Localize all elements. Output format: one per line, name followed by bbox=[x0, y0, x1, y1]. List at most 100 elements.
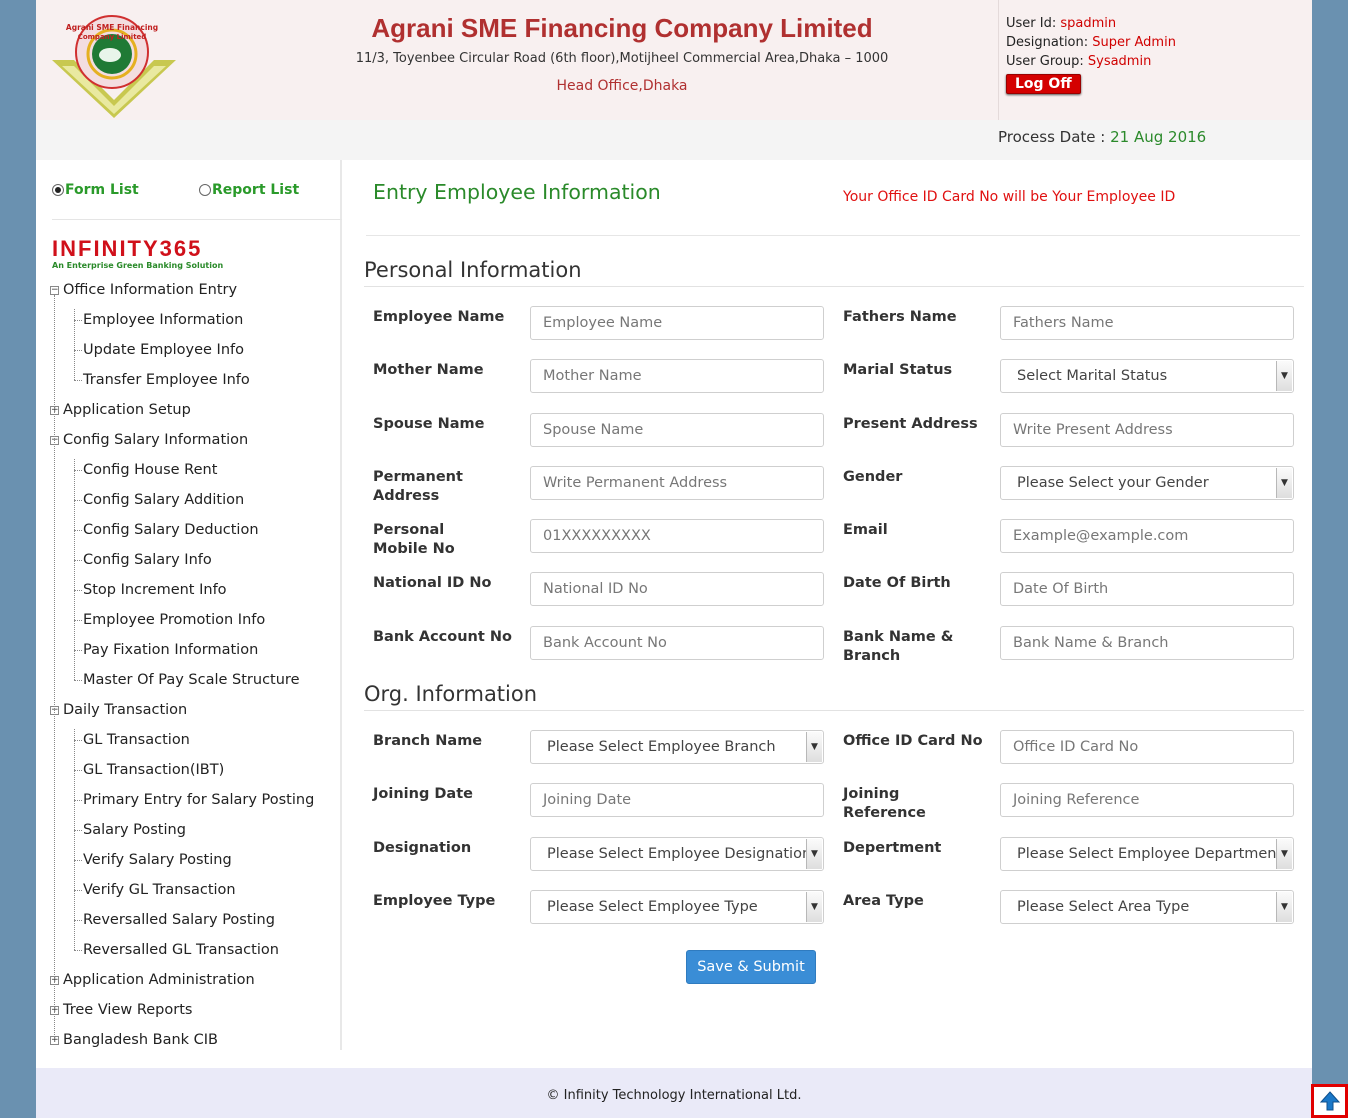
user-id-row: User Id: spadmin bbox=[1006, 14, 1312, 33]
tree-item[interactable]: Pay Fixation Information bbox=[50, 635, 340, 665]
chevron-down-icon[interactable]: ▼ bbox=[806, 839, 822, 869]
tree-item[interactable]: Config Salary Addition bbox=[50, 485, 340, 515]
branch-name-label: Branch Name bbox=[373, 733, 483, 749]
joining-date-input[interactable]: Joining Date bbox=[530, 783, 824, 817]
tree-item[interactable]: Config House Rent bbox=[50, 455, 340, 485]
tree-item[interactable]: Verify Salary Posting bbox=[50, 845, 340, 875]
tree-item[interactable]: Reversalled GL Transaction bbox=[50, 935, 340, 965]
selected-value: Please Select Employee Department bbox=[1017, 846, 1283, 862]
tree-group[interactable]: − Daily Transaction bbox=[50, 695, 340, 725]
department-select[interactable]: Please Select Employee Department ▼ bbox=[1000, 837, 1294, 871]
chevron-down-icon[interactable]: ▼ bbox=[1276, 361, 1292, 391]
radio-selected-icon[interactable] bbox=[52, 184, 64, 196]
user-group-value: Sysadmin bbox=[1087, 54, 1152, 69]
tree-label: Config Salary Deduction bbox=[83, 522, 259, 538]
tree-connector bbox=[74, 859, 82, 861]
tree-item[interactable]: Reversalled Salary Posting bbox=[50, 905, 340, 935]
placeholder-text: Write Permanent Address bbox=[543, 475, 728, 491]
bank-name-input[interactable]: Bank Name & Branch bbox=[1000, 626, 1294, 660]
tree-group[interactable]: + Bangladesh Bank CIB bbox=[50, 1025, 340, 1055]
chevron-down-icon[interactable]: ▼ bbox=[806, 892, 822, 922]
personal-section-divider bbox=[364, 286, 1304, 287]
chevron-down-icon[interactable]: ▼ bbox=[1276, 839, 1292, 869]
branch-name-select[interactable]: Please Select Employee Branch ▼ bbox=[530, 730, 824, 764]
infinity-tagline: An Enterprise Green Banking Solution bbox=[52, 261, 224, 270]
tree-label: Config House Rent bbox=[83, 462, 218, 478]
placeholder-text: Example@example.com bbox=[1013, 528, 1189, 544]
dob-label: Date Of Birth bbox=[843, 575, 951, 591]
tree-group[interactable]: − Office Information Entry bbox=[50, 275, 340, 305]
tree-item[interactable]: GL Transaction(IBT) bbox=[50, 755, 340, 785]
spouse-name-label: Spouse Name bbox=[373, 416, 485, 432]
tree-item[interactable]: GL Transaction bbox=[50, 725, 340, 755]
chevron-down-icon[interactable]: ▼ bbox=[806, 732, 822, 762]
tree-item[interactable]: Stop Increment Info bbox=[50, 575, 340, 605]
tree-item[interactable]: Employee Information bbox=[50, 305, 340, 335]
email-input[interactable]: Example@example.com bbox=[1000, 519, 1294, 553]
employee-type-select[interactable]: Please Select Employee Type ▼ bbox=[530, 890, 824, 924]
marital-status-select[interactable]: Select Marital Status ▼ bbox=[1000, 359, 1294, 393]
process-date: Process Date : 21 Aug 2016 bbox=[998, 128, 1206, 146]
employee-name-label: Employee Name bbox=[373, 309, 505, 325]
bank-account-input[interactable]: Bank Account No bbox=[530, 626, 824, 660]
tree-item[interactable]: Salary Posting bbox=[50, 815, 340, 845]
selected-value: Please Select Employee Branch bbox=[547, 739, 776, 755]
tree-item[interactable]: Update Employee Info bbox=[50, 335, 340, 365]
collapse-icon[interactable]: − bbox=[50, 285, 59, 295]
mobile-label: Personal Mobile No bbox=[373, 522, 455, 557]
dob-input[interactable]: Date Of Birth bbox=[1000, 572, 1294, 606]
permanent-address-input[interactable]: Write Permanent Address bbox=[530, 466, 824, 500]
tree-item[interactable]: Config Salary Info bbox=[50, 545, 340, 575]
scroll-to-top-button[interactable] bbox=[1311, 1084, 1348, 1118]
chevron-down-icon[interactable]: ▼ bbox=[1276, 892, 1292, 922]
tree-connector bbox=[74, 769, 82, 771]
tree-group[interactable]: + Application Administration bbox=[50, 965, 340, 995]
user-id-label: User Id: bbox=[1006, 16, 1057, 31]
org-section-title: Org. Information bbox=[364, 682, 538, 706]
save-submit-button[interactable]: Save & Submit bbox=[686, 950, 816, 984]
placeholder-text: Fathers Name bbox=[1013, 315, 1114, 331]
report-list-tab[interactable]: Report List bbox=[199, 182, 299, 198]
tree-label: Daily Transaction bbox=[63, 702, 188, 718]
mobile-input[interactable]: 01XXXXXXXXX bbox=[530, 519, 824, 553]
tree-label: Config Salary Information bbox=[63, 432, 249, 448]
radio-unselected-icon[interactable] bbox=[199, 184, 211, 196]
selected-value: Please Select Employee Designation bbox=[547, 846, 812, 862]
joining-ref-input[interactable]: Joining Reference bbox=[1000, 783, 1294, 817]
fathers-name-input[interactable]: Fathers Name bbox=[1000, 306, 1294, 340]
page-title: Entry Employee Information bbox=[373, 180, 661, 204]
tree-label: GL Transaction bbox=[83, 732, 190, 748]
area-type-label: Area Type bbox=[843, 893, 924, 909]
employee-name-input[interactable]: Employee Name bbox=[530, 306, 824, 340]
tree-label: Pay Fixation Information bbox=[83, 642, 259, 658]
bank-name-label: Bank Name & Branch bbox=[843, 629, 954, 664]
tree-item[interactable]: Verify GL Transaction bbox=[50, 875, 340, 905]
form-list-tab[interactable]: Form List bbox=[52, 182, 139, 198]
tree-connector bbox=[74, 799, 82, 801]
tree-group[interactable]: + Tree View Reports bbox=[50, 995, 340, 1025]
tree-item[interactable]: Employee Promotion Info bbox=[50, 605, 340, 635]
present-address-input[interactable]: Write Present Address bbox=[1000, 413, 1294, 447]
mother-name-input[interactable]: Mother Name bbox=[530, 359, 824, 393]
tree-item[interactable]: Config Salary Deduction bbox=[50, 515, 340, 545]
main-content: Entry Employee Information Your Office I… bbox=[344, 160, 1312, 1068]
chevron-down-icon[interactable]: ▼ bbox=[1276, 468, 1292, 498]
mother-name-label: Mother Name bbox=[373, 362, 484, 378]
spouse-name-input[interactable]: Spouse Name bbox=[530, 413, 824, 447]
placeholder-text: Date Of Birth bbox=[1013, 581, 1109, 597]
tree-group[interactable]: − Config Salary Information bbox=[50, 425, 340, 455]
tree-connector bbox=[74, 379, 82, 381]
logoff-button[interactable]: Log Off bbox=[1006, 74, 1081, 94]
national-id-input[interactable]: National ID No bbox=[530, 572, 824, 606]
company-address: 11/3, Toyenbee Circular Road (6th floor)… bbox=[355, 51, 889, 66]
gender-select[interactable]: Please Select your Gender ▼ bbox=[1000, 466, 1294, 500]
tree-item[interactable]: Master Of Pay Scale Structure bbox=[50, 665, 340, 695]
tree-group[interactable]: + Application Setup bbox=[50, 395, 340, 425]
area-type-select[interactable]: Please Select Area Type ▼ bbox=[1000, 890, 1294, 924]
office-id-input[interactable]: Office ID Card No bbox=[1000, 730, 1294, 764]
placeholder-text: 01XXXXXXXXX bbox=[543, 528, 651, 544]
tree-item[interactable]: Transfer Employee Info bbox=[50, 365, 340, 395]
tree-label: Reversalled GL Transaction bbox=[83, 942, 279, 958]
designation-select[interactable]: Please Select Employee Designation ▼ bbox=[530, 837, 824, 871]
tree-item[interactable]: Primary Entry for Salary Posting bbox=[50, 785, 340, 815]
